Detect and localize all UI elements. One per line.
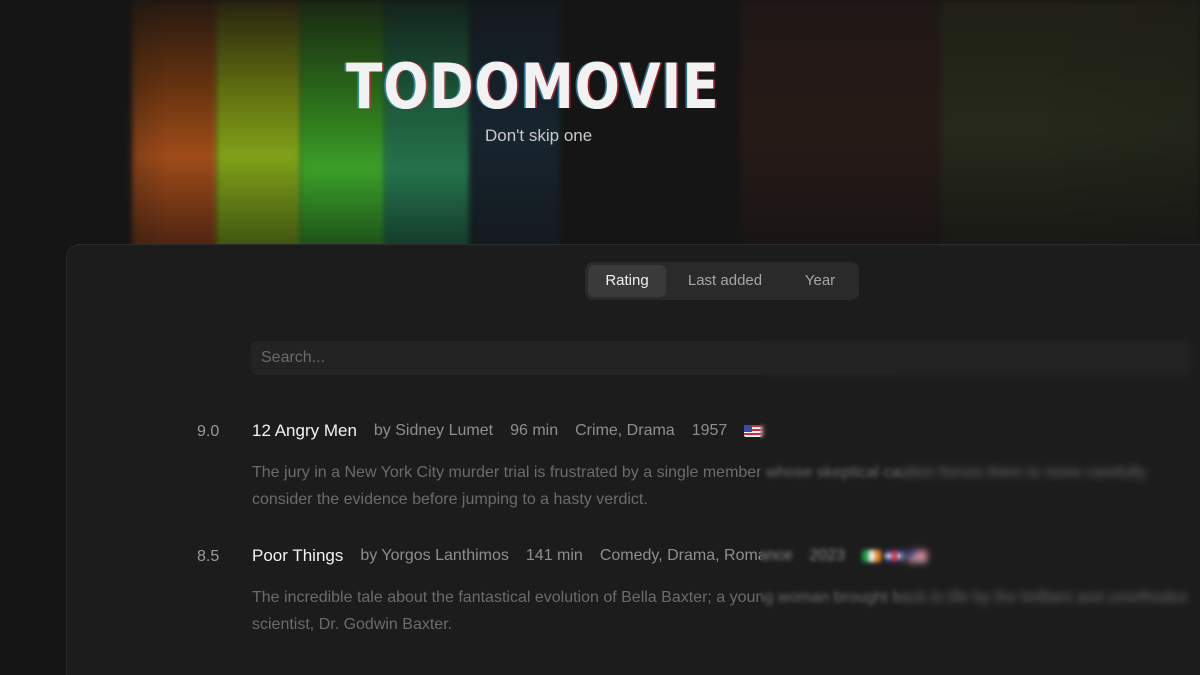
movie-title[interactable]: Poor Things — [252, 546, 343, 566]
movie-genres: Comedy, Drama, Romance — [599, 547, 793, 564]
sort-tabs: Rating Last added Year — [585, 262, 859, 300]
flag-ie-icon — [862, 550, 882, 562]
movie-countries — [862, 550, 928, 562]
movie-director: by Sidney Lumet — [373, 422, 494, 439]
movie-duration: 96 min — [510, 422, 559, 439]
tab-last-added[interactable]: Last added — [666, 265, 784, 297]
movie-director: by Yorgos Lanthimos — [360, 547, 509, 564]
movie-meta: Poor Things by Yorgos Lanthimos 141 min … — [252, 546, 928, 566]
movie-title[interactable]: 12 Angry Men — [252, 421, 357, 441]
app-tagline: Don't skip one — [485, 126, 593, 145]
movie-duration: 141 min — [525, 547, 583, 564]
tab-rating[interactable]: Rating — [588, 265, 666, 297]
flag-us-icon — [908, 550, 928, 562]
search-input[interactable] — [251, 341, 1191, 375]
movie-year: 2023 — [809, 547, 846, 564]
flag-gb-icon — [885, 550, 905, 562]
movie-meta: 12 Angry Men by Sidney Lumet 96 min Crim… — [252, 421, 764, 441]
app-root: TODOMOVIE Don't skip one Rating Last add… — [0, 0, 1200, 675]
movie-description: The jury in a New York City murder trial… — [252, 464, 1146, 508]
movie-year: 1957 — [691, 422, 728, 439]
movie-description: The incredible tale about the fantastica… — [252, 589, 1188, 633]
movie-list-panel: Rating Last added Year 9.0 12 Angry Men … — [66, 244, 1200, 675]
tab-year[interactable]: Year — [784, 265, 856, 297]
app-logo[interactable]: TODOMOVIE — [346, 50, 720, 123]
movie-countries — [744, 425, 764, 437]
movie-rating: 8.5 — [197, 548, 220, 565]
movie-rating: 9.0 — [197, 423, 220, 440]
flag-us-icon — [744, 425, 764, 437]
movie-genres: Crime, Drama — [575, 422, 675, 439]
